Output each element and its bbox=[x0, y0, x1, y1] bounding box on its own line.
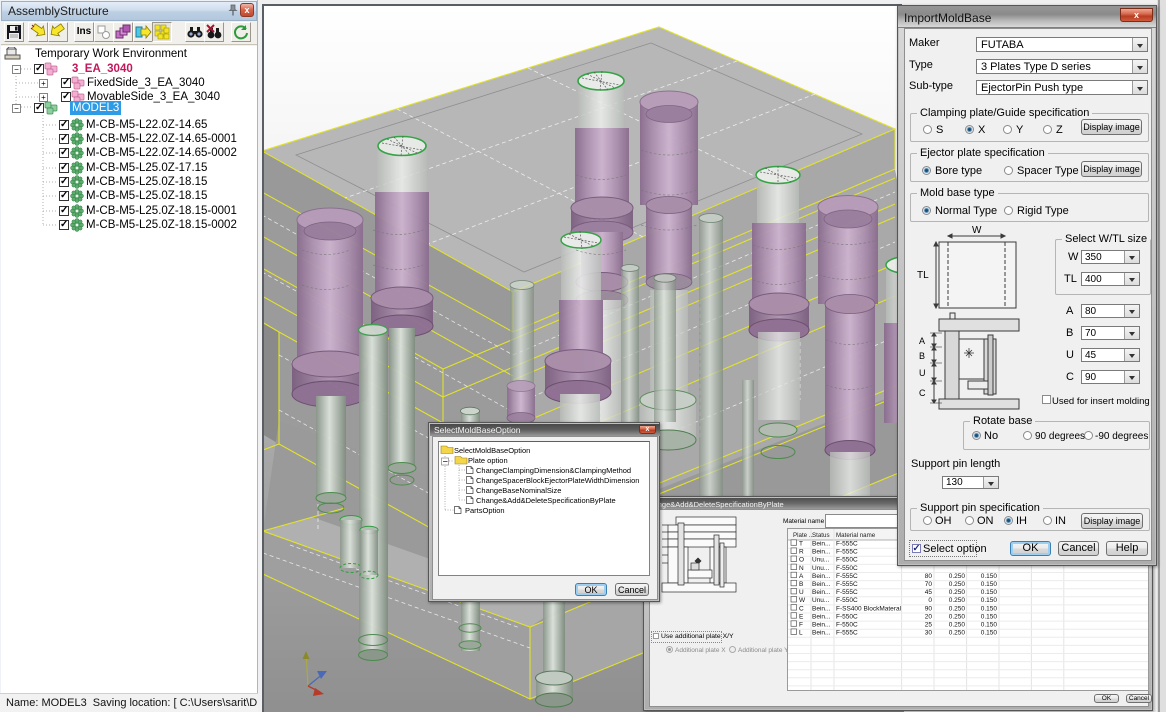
svg-text:0.250: 0.250 bbox=[949, 581, 966, 588]
svg-text:0.150: 0.150 bbox=[981, 589, 998, 596]
svg-text:L: L bbox=[799, 630, 803, 637]
svg-text:Bein...: Bein... bbox=[812, 581, 831, 588]
svg-text:F-555C: F-555C bbox=[836, 589, 858, 596]
svg-text:30: 30 bbox=[925, 630, 933, 637]
svg-text:Bein...: Bein... bbox=[812, 573, 831, 580]
svg-text:SelectMoldBaseOption: SelectMoldBaseOption bbox=[454, 446, 530, 455]
svg-text:0.250: 0.250 bbox=[949, 589, 966, 596]
svg-text:0.250: 0.250 bbox=[949, 613, 966, 620]
svg-text:B: B bbox=[919, 351, 925, 361]
svg-text:F-550C: F-550C bbox=[836, 565, 858, 572]
svg-text:F-SS400 BlockMateral: F-SS400 BlockMateral bbox=[836, 605, 902, 612]
svg-text:0.150: 0.150 bbox=[981, 581, 998, 588]
svg-text:90: 90 bbox=[925, 605, 933, 612]
svg-text:45: 45 bbox=[925, 589, 933, 596]
svg-text:0.150: 0.150 bbox=[981, 630, 998, 637]
svg-text:F-550C: F-550C bbox=[836, 557, 858, 564]
svg-text:0.250: 0.250 bbox=[949, 630, 966, 637]
svg-text:TL: TL bbox=[917, 270, 929, 281]
svg-text:Change&Add&DeleteSpecification: Change&Add&DeleteSpecificationByPlate bbox=[476, 496, 616, 505]
svg-text:20: 20 bbox=[925, 613, 933, 620]
svg-text:Unu...: Unu... bbox=[812, 565, 830, 572]
svg-text:Bein...: Bein... bbox=[812, 541, 831, 548]
svg-text:Plate option: Plate option bbox=[468, 456, 508, 465]
svg-text:Unu...: Unu... bbox=[812, 597, 830, 604]
svg-text:F-550C: F-550C bbox=[836, 622, 858, 629]
svg-text:0.250: 0.250 bbox=[949, 573, 966, 580]
svg-text:F-550C: F-550C bbox=[836, 613, 858, 620]
svg-text:Bein...: Bein... bbox=[812, 630, 831, 637]
svg-text:F-555C: F-555C bbox=[836, 573, 858, 580]
svg-text:F-555C: F-555C bbox=[836, 549, 858, 556]
svg-text:25: 25 bbox=[925, 622, 933, 629]
svg-text:0.150: 0.150 bbox=[981, 597, 998, 604]
svg-text:F: F bbox=[799, 622, 803, 629]
svg-text:0: 0 bbox=[928, 597, 932, 604]
svg-text:70: 70 bbox=[925, 581, 933, 588]
svg-text:Status: Status bbox=[812, 532, 830, 539]
svg-text:Unu...: Unu... bbox=[812, 557, 830, 564]
svg-text:Bein...: Bein... bbox=[812, 589, 831, 596]
svg-text:0.250: 0.250 bbox=[949, 605, 966, 612]
svg-text:U: U bbox=[919, 368, 926, 378]
svg-text:ChangeBaseNominalSize: ChangeBaseNominalSize bbox=[476, 486, 561, 495]
svg-text:ChangeClampingDimension&Clampi: ChangeClampingDimension&ClampingMethod bbox=[476, 466, 631, 475]
svg-text:F-555C: F-555C bbox=[836, 630, 858, 637]
svg-text:PartsOption: PartsOption bbox=[465, 506, 505, 515]
svg-text:0.250: 0.250 bbox=[949, 597, 966, 604]
svg-text:A: A bbox=[919, 336, 925, 346]
svg-text:R: R bbox=[799, 549, 804, 556]
svg-text:W: W bbox=[799, 597, 806, 604]
svg-text:O: O bbox=[799, 557, 804, 564]
svg-text:C: C bbox=[919, 388, 926, 398]
svg-text:U: U bbox=[799, 589, 804, 596]
svg-text:Material name: Material name bbox=[836, 532, 876, 539]
svg-text:0.150: 0.150 bbox=[981, 605, 998, 612]
svg-text:T: T bbox=[799, 541, 803, 548]
svg-text:ChangeSpacerBlockEjectorPlateW: ChangeSpacerBlockEjectorPlateWidthDimens… bbox=[476, 476, 639, 485]
svg-text:Bein...: Bein... bbox=[812, 605, 831, 612]
svg-text:N: N bbox=[799, 565, 804, 572]
svg-text:B: B bbox=[799, 581, 803, 588]
svg-text:80: 80 bbox=[925, 573, 933, 580]
svg-text:F-555C: F-555C bbox=[836, 581, 858, 588]
svg-text:0.150: 0.150 bbox=[981, 622, 998, 629]
svg-text:0.150: 0.150 bbox=[981, 613, 998, 620]
svg-text:Bein...: Bein... bbox=[812, 622, 831, 629]
svg-text:F-555C: F-555C bbox=[836, 541, 858, 548]
svg-text:A: A bbox=[799, 573, 804, 580]
svg-text:Bein...: Bein... bbox=[812, 613, 831, 620]
svg-text:0.250: 0.250 bbox=[949, 622, 966, 629]
svg-text:E: E bbox=[799, 613, 804, 620]
svg-text:C: C bbox=[799, 605, 804, 612]
svg-text:F-550C: F-550C bbox=[836, 597, 858, 604]
svg-text:W: W bbox=[972, 226, 982, 236]
svg-text:0.150: 0.150 bbox=[981, 573, 998, 580]
svg-text:Bein...: Bein... bbox=[812, 549, 831, 556]
